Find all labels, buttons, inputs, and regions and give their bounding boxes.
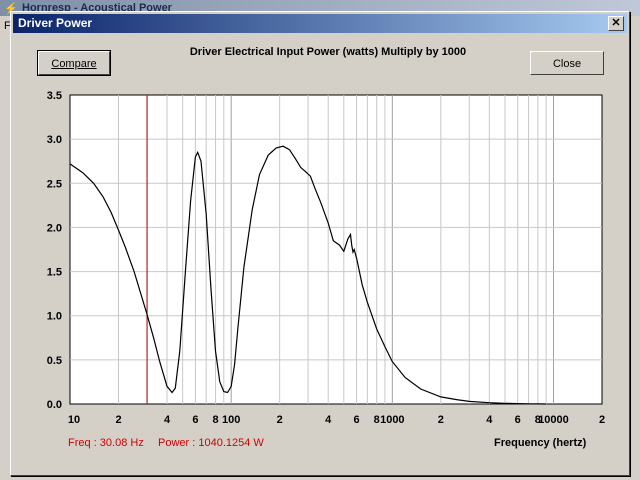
- x-tick-label: 4: [164, 414, 171, 426]
- plot-area[interactable]: [69, 94, 603, 405]
- y-tick-label: 0.0: [47, 399, 62, 411]
- x-axis-label: Frequency (hertz): [494, 437, 587, 449]
- x-tick-label: 6: [354, 414, 360, 426]
- frequency-readout: Freq : 30.08 Hz: [68, 437, 144, 449]
- y-tick-label: 1.5: [47, 267, 62, 279]
- y-tick-label: 3.0: [47, 134, 62, 146]
- x-tick-label: 4: [325, 414, 332, 426]
- x-tick-label: 4: [486, 414, 493, 426]
- x-tick-label: 2: [277, 414, 283, 426]
- x-tick-label: 2: [438, 414, 444, 426]
- y-tick-label: 3.5: [47, 90, 62, 102]
- x-tick-label: 8: [212, 414, 218, 426]
- x-tick-label: 100: [222, 414, 240, 426]
- power-chart[interactable]: 0.00.51.01.52.02.53.03.5 10 2 4 6 8 100 2 4 6 8 10…: [0, 0, 640, 480]
- y-axis: 0.0 0.5 1.0 1.5 2.0 2.5 3.0 3.5: [47, 90, 62, 411]
- x-axis: 10 2 4 6 8 100 2 4 6 8 1000 2 4 6 810000 2: [68, 414, 605, 426]
- y-tick-label: 2.0: [47, 222, 62, 234]
- x-tick-label: 1000: [380, 414, 404, 426]
- x-tick-label: 6: [515, 414, 521, 426]
- power-readout: Power : 1040.1254 W: [158, 437, 264, 449]
- y-tick-label: 2.5: [47, 178, 62, 190]
- x-tick-label: 10000: [538, 414, 569, 426]
- x-tick-label: 2: [115, 414, 121, 426]
- x-tick-label: 10: [68, 414, 80, 426]
- x-tick-label: 2: [599, 414, 605, 426]
- x-tick-label: 6: [192, 414, 198, 426]
- y-tick-label: 1.0: [47, 311, 62, 323]
- x-tick-label: 8: [374, 414, 380, 426]
- y-tick-label: 0.5: [47, 355, 62, 367]
